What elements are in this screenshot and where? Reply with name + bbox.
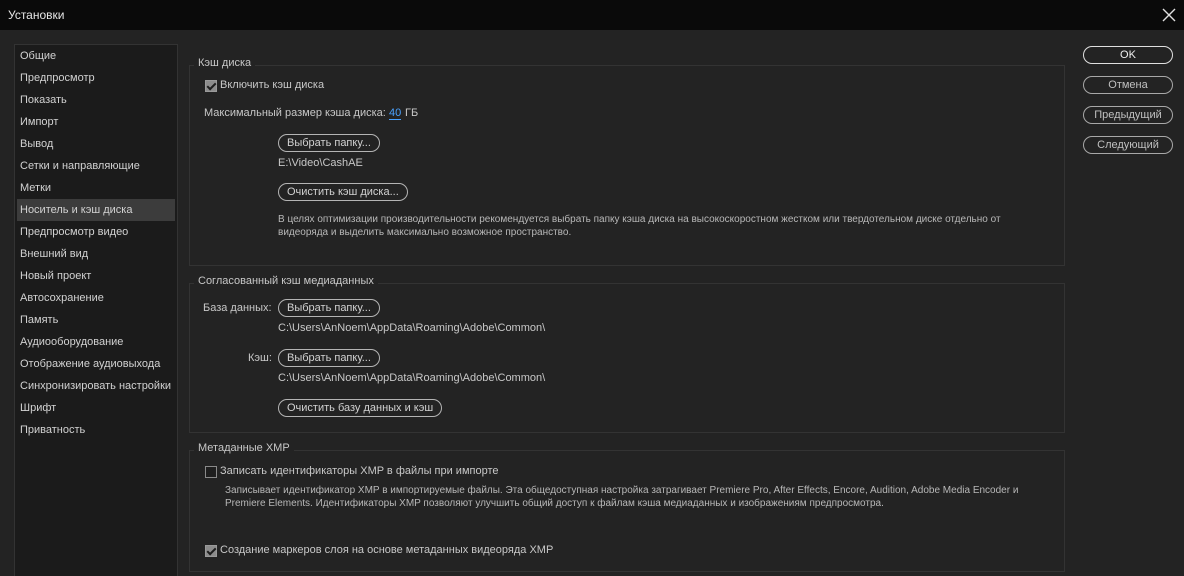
sidebar-item-media-disk-cache[interactable]: Носитель и кэш диска xyxy=(17,199,175,221)
cache-label: Кэш: xyxy=(248,352,272,364)
sidebar-item-grids-guides[interactable]: Сетки и направляющие xyxy=(17,155,175,177)
database-label: База данных: xyxy=(203,302,272,314)
category-list: Общие Предпросмотр Показать Импорт Вывод… xyxy=(14,44,178,576)
clear-database-cache-button[interactable]: Очистить базу данных и кэш xyxy=(278,399,443,417)
sidebar-item-output[interactable]: Вывод xyxy=(17,133,175,155)
sidebar-item-import[interactable]: Импорт xyxy=(17,111,175,133)
sidebar-item-autosave[interactable]: Автосохранение xyxy=(17,287,175,309)
write-xmp-ids-checkbox[interactable] xyxy=(205,466,217,478)
database-choose-folder-button[interactable]: Выбрать папку... xyxy=(278,299,380,317)
write-xmp-desc-line1: Записывает идентификатор XMP в импортиру… xyxy=(225,485,1019,496)
disk-cache-hint-line1: В целях оптимизации производительности р… xyxy=(278,214,1001,225)
close-icon[interactable] xyxy=(1160,6,1178,24)
disk-cache-group: Кэш диска Включить кэш диска Максимальны… xyxy=(189,57,1065,266)
previous-button[interactable]: Предыдущий xyxy=(1083,106,1173,124)
sidebar-item-new-project[interactable]: Новый проект xyxy=(17,265,175,287)
sidebar-item-sync-settings[interactable]: Синхронизировать настройки xyxy=(17,375,175,397)
disk-cache-hint-line2: видеоряда и выделить максимально возможн… xyxy=(278,227,572,238)
max-size-unit: ГБ xyxy=(405,107,419,119)
sidebar-item-audio-hardware[interactable]: Аудиооборудование xyxy=(17,331,175,353)
sidebar-item-privacy[interactable]: Приватность xyxy=(17,419,175,441)
ok-button[interactable]: OK xyxy=(1083,46,1173,64)
sidebar-item-video-preview[interactable]: Предпросмотр видео xyxy=(17,221,175,243)
cache-path: C:\Users\AnNoem\AppData\Roaming\Adobe\Co… xyxy=(278,372,546,384)
cancel-button[interactable]: Отмена xyxy=(1083,76,1173,94)
sidebar-item-general[interactable]: Общие xyxy=(17,45,175,67)
disk-cache-path: E:\Video\CashAE xyxy=(278,157,363,169)
write-xmp-desc-line2: Premiere Elements. Идентификаторы XMP по… xyxy=(225,498,884,509)
media-cache-group: Согласованный кэш медиаданных База данны… xyxy=(189,275,1065,433)
max-size-value[interactable]: 40 xyxy=(389,107,402,120)
media-cache-legend: Согласованный кэш медиаданных xyxy=(194,275,378,287)
window-title: Установки xyxy=(8,8,65,22)
clear-disk-cache-button[interactable]: Очистить кэш диска... xyxy=(278,183,408,201)
sidebar-item-preview[interactable]: Предпросмотр xyxy=(17,67,175,89)
enable-disk-cache-checkbox[interactable] xyxy=(205,80,217,92)
next-button[interactable]: Следующий xyxy=(1083,136,1173,154)
create-markers-checkbox[interactable] xyxy=(205,545,217,557)
sidebar-item-memory[interactable]: Память xyxy=(17,309,175,331)
enable-disk-cache-label: Включить кэш диска xyxy=(220,79,325,91)
title-bar: Установки xyxy=(0,0,1184,30)
database-path: C:\Users\AnNoem\AppData\Roaming\Adobe\Co… xyxy=(278,322,546,334)
max-size-label: Максимальный размер кэша диска: xyxy=(204,107,386,119)
disk-cache-legend: Кэш диска xyxy=(194,57,256,69)
disk-cache-choose-folder-button[interactable]: Выбрать папку... xyxy=(278,134,380,152)
xmp-legend: Метаданные XMP xyxy=(194,442,294,454)
write-xmp-ids-label: Записать идентификаторы XMP в файлы при … xyxy=(220,465,499,477)
sidebar-item-labels[interactable]: Метки xyxy=(17,177,175,199)
sidebar-item-appearance[interactable]: Внешний вид xyxy=(17,243,175,265)
xmp-metadata-group: Метаданные XMP Записать идентификаторы X… xyxy=(189,442,1065,572)
create-markers-label: Создание маркеров слоя на основе метадан… xyxy=(220,544,554,556)
cache-choose-folder-button[interactable]: Выбрать папку... xyxy=(278,349,380,367)
sidebar-item-font[interactable]: Шрифт xyxy=(17,397,175,419)
sidebar-item-audio-output[interactable]: Отображение аудиовыхода xyxy=(17,353,175,375)
sidebar-item-display[interactable]: Показать xyxy=(17,89,175,111)
